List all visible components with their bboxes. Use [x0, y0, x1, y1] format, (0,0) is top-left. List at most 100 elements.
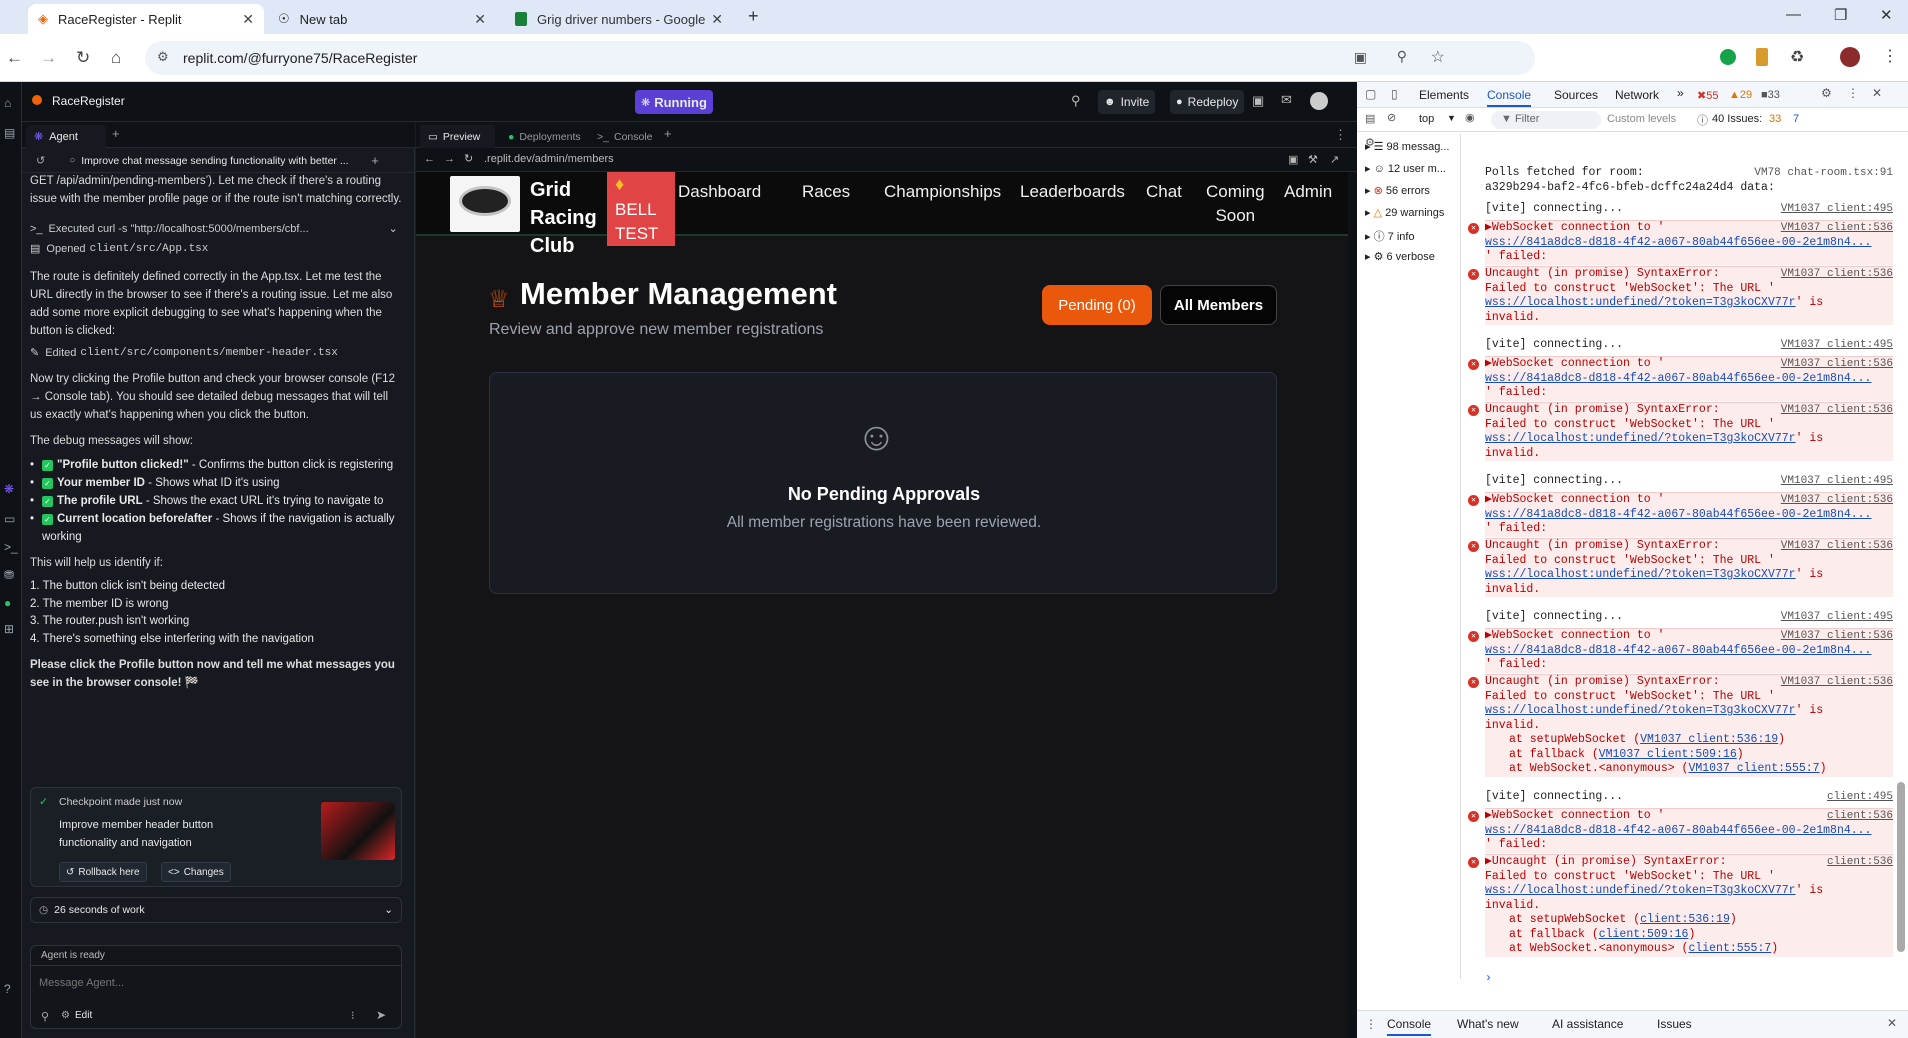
- filter-input[interactable]: ▼ Filter: [1491, 111, 1601, 129]
- context-select[interactable]: top: [1419, 113, 1434, 125]
- avatar[interactable]: [1840, 47, 1860, 67]
- clear-console-icon[interactable]: ⊘: [1387, 111, 1396, 124]
- reload-icon[interactable]: ↻: [76, 48, 90, 68]
- log-link[interactable]: wss://841a8dc8-d818-4f42-a067-80ab44f656…: [1485, 508, 1871, 521]
- log-source[interactable]: VM1037 client:536: [1781, 675, 1893, 690]
- window-icon[interactable]: ▣: [1252, 93, 1264, 109]
- back-icon[interactable]: ←: [424, 153, 435, 165]
- log-link[interactable]: client:509:16: [1599, 928, 1689, 941]
- zoom-icon[interactable]: ⚲: [1397, 48, 1407, 65]
- log-link[interactable]: VM1037 client:536:19: [1640, 733, 1778, 746]
- log-source[interactable]: VM78 chat-room.tsx:91: [1754, 166, 1893, 181]
- log-source[interactable]: VM1037 client:536: [1781, 267, 1893, 282]
- issues-label[interactable]: 40 Issues:: [1712, 113, 1762, 125]
- log-link[interactable]: wss://841a8dc8-d818-4f42-a067-80ab44f656…: [1485, 824, 1871, 837]
- tab-replit[interactable]: ◈ RaceRegister - Replit ✕: [28, 4, 264, 34]
- log-link[interactable]: wss://localhost:undefined/?token=T3g3koC…: [1485, 296, 1796, 309]
- message-input[interactable]: [39, 972, 389, 994]
- nav-dashboard[interactable]: Dashboard: [678, 180, 761, 204]
- forward-icon[interactable]: →: [444, 153, 455, 165]
- chrome-menu-icon[interactable]: ⋮: [1882, 46, 1898, 66]
- agent-icon[interactable]: ❋: [4, 482, 14, 496]
- preview-icon[interactable]: ▭: [4, 512, 15, 526]
- info-count-badge[interactable]: ■33: [1761, 89, 1780, 101]
- tab-preview[interactable]: ▭ Preview: [420, 125, 495, 148]
- add-tab-icon[interactable]: +: [664, 126, 672, 141]
- invite-button[interactable]: ☻ Invite: [1098, 90, 1156, 114]
- console-prompt[interactable]: ›: [1485, 972, 1893, 987]
- log-link[interactable]: wss://localhost:undefined/?token=T3g3koC…: [1485, 432, 1796, 445]
- warning-count-badge[interactable]: ▲29: [1729, 89, 1752, 101]
- bookmark-star-icon[interactable]: ☆: [1431, 47, 1445, 67]
- log-source[interactable]: VM1037 client:536: [1781, 493, 1893, 508]
- extension-icon[interactable]: [1756, 48, 1768, 66]
- error-count-badge[interactable]: ✖55: [1697, 89, 1718, 102]
- tab-console[interactable]: >_ Console: [589, 125, 657, 148]
- devtools-icon[interactable]: ⚒: [1308, 153, 1318, 166]
- nav-races[interactable]: Races: [802, 180, 850, 204]
- close-drawer-icon[interactable]: ✕: [1887, 1016, 1897, 1030]
- tab-console[interactable]: Console: [1487, 88, 1532, 107]
- eye-icon[interactable]: ◉: [1465, 111, 1475, 124]
- preview-url[interactable]: .replit.dev/admin/members: [484, 153, 614, 165]
- log-link[interactable]: wss://localhost:undefined/?token=T3g3koC…: [1485, 704, 1796, 717]
- tab-elements[interactable]: Elements: [1419, 88, 1469, 102]
- issues-count-a[interactable]: 33: [1769, 113, 1781, 125]
- close-tab-icon[interactable]: ✕: [474, 11, 486, 28]
- sidebar-errors[interactable]: ▸ ⊗ 56 errors: [1365, 184, 1430, 197]
- log-link[interactable]: client:555:7: [1688, 942, 1771, 955]
- search-icon[interactable]: ⚲: [1071, 93, 1081, 109]
- url-field[interactable]: ⚙ replit.com/@furryone75/RaceRegister ▣ …: [145, 41, 1535, 75]
- tab-new[interactable]: ☉ New tab ✕: [268, 4, 496, 34]
- restore-icon[interactable]: ❐: [1834, 6, 1847, 24]
- sidebar-warnings[interactable]: ▸ △ 29 warnings: [1365, 206, 1444, 219]
- new-tab-icon[interactable]: +: [748, 6, 759, 27]
- new-thread-icon[interactable]: +: [371, 153, 379, 168]
- attach-icon[interactable]: ⚲: [41, 1010, 49, 1023]
- grid-logo[interactable]: [450, 176, 520, 232]
- executed-row[interactable]: >_ Executed curl -s "http://localhost:50…: [30, 222, 402, 236]
- notifications-icon[interactable]: ✉: [1281, 92, 1292, 108]
- drawer-menu-icon[interactable]: ⋮: [1365, 1017, 1377, 1031]
- sidebar-info[interactable]: ▸ ⓘ 7 info: [1365, 228, 1415, 244]
- log-source[interactable]: VM1037 client:536: [1781, 629, 1893, 644]
- log-link[interactable]: wss://localhost:undefined/?token=T3g3koC…: [1485, 568, 1796, 581]
- log-link[interactable]: wss://841a8dc8-d818-4f42-a067-80ab44f656…: [1485, 236, 1871, 249]
- sidebar-user-messages[interactable]: ▸ ☺ 12 user m...: [1365, 162, 1446, 175]
- avatar[interactable]: [1310, 92, 1328, 110]
- files-icon[interactable]: ▤: [4, 126, 15, 140]
- close-window-icon[interactable]: ✕: [1880, 6, 1893, 24]
- reload-icon[interactable]: ↻: [464, 152, 473, 165]
- nav-championships[interactable]: Championships: [884, 180, 1001, 204]
- opened-row[interactable]: ▤ Opened client/src/App.tsx: [30, 242, 402, 256]
- tab-sources[interactable]: Sources: [1554, 88, 1598, 102]
- all-members-button[interactable]: All Members: [1160, 285, 1277, 325]
- sidebar-messages[interactable]: ▸ ☰ 98 messag...: [1365, 140, 1449, 153]
- add-tab-icon[interactable]: +: [112, 126, 120, 141]
- log-source[interactable]: VM1037 client:536: [1781, 221, 1893, 236]
- log-source[interactable]: VM1037 client:536: [1781, 403, 1893, 418]
- levels-select[interactable]: Custom levels: [1607, 113, 1676, 125]
- run-status-button[interactable]: ❋ Running: [635, 90, 713, 114]
- send-icon[interactable]: ➤: [376, 1008, 386, 1022]
- kebab-menu-icon[interactable]: ⋮: [1847, 86, 1859, 100]
- extensions-puzzle-icon[interactable]: ♻: [1790, 47, 1804, 67]
- minimize-icon[interactable]: —: [1786, 6, 1801, 23]
- home-icon[interactable]: ⌂: [111, 48, 121, 68]
- log-source[interactable]: VM1037 client:495: [1781, 474, 1893, 489]
- agent-tab[interactable]: ❋ Agent: [26, 125, 106, 148]
- redeploy-button[interactable]: ● Redeploy: [1170, 90, 1245, 114]
- nav-chat[interactable]: Chat: [1146, 180, 1182, 204]
- log-link[interactable]: VM1037 client:555:7: [1688, 762, 1819, 775]
- drawer-tab-whats-new[interactable]: What's new: [1457, 1017, 1519, 1031]
- log-link[interactable]: wss://localhost:undefined/?token=T3g3koC…: [1485, 884, 1796, 897]
- inspect-icon[interactable]: ▢: [1365, 87, 1376, 101]
- log-source[interactable]: VM1037 client:495: [1781, 202, 1893, 217]
- rollback-button[interactable]: ↺ Rollback here: [59, 862, 147, 882]
- apps-icon[interactable]: ⊞: [4, 622, 14, 636]
- edited-row[interactable]: ✎ Edited client/src/components/member-he…: [30, 346, 402, 360]
- nav-coming-soon[interactable]: Coming Soon: [1206, 180, 1265, 228]
- log-link[interactable]: wss://841a8dc8-d818-4f42-a067-80ab44f656…: [1485, 372, 1871, 385]
- tab-network[interactable]: Network: [1615, 88, 1659, 102]
- log-link[interactable]: wss://841a8dc8-d818-4f42-a067-80ab44f656…: [1485, 644, 1871, 657]
